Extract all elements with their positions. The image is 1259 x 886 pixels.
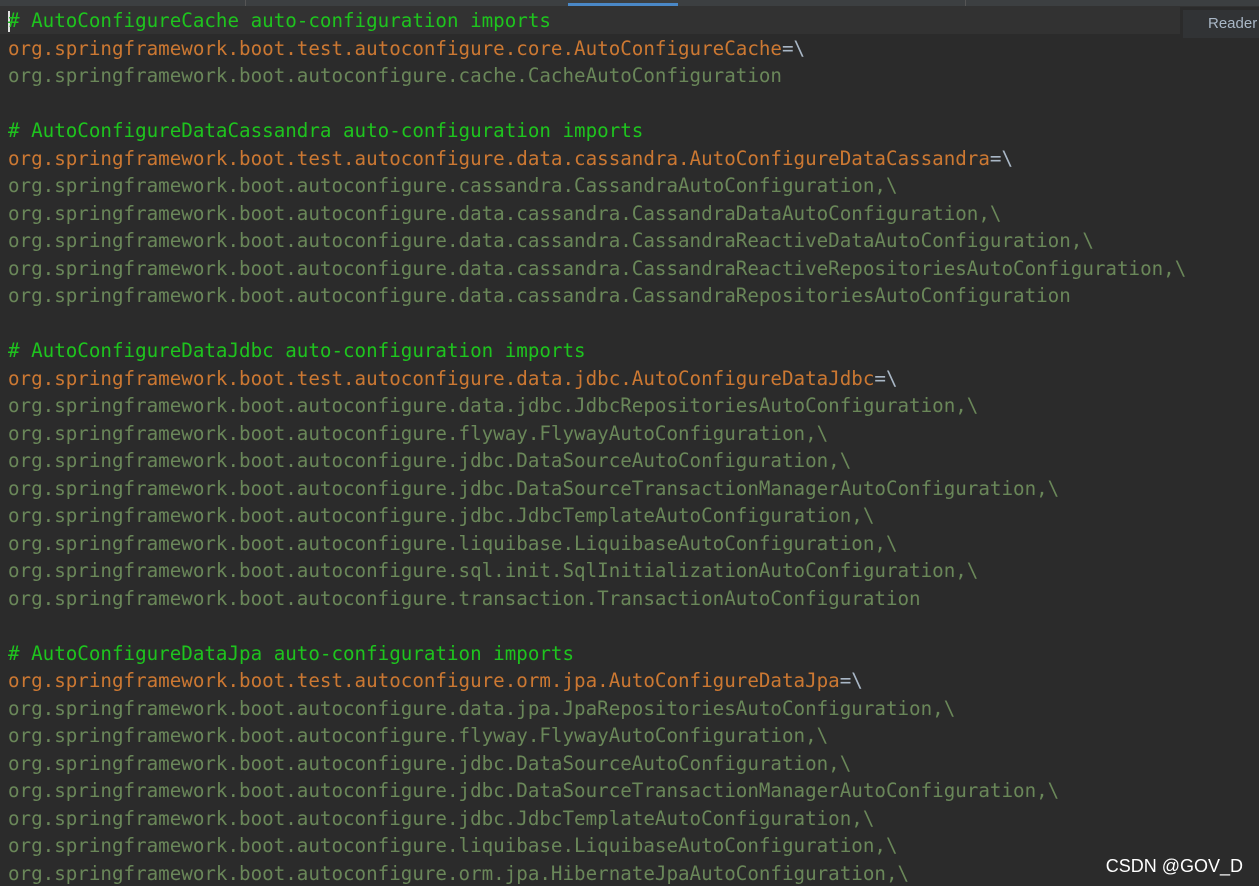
code-line-text: # AutoConfigureCache auto-configuration …: [8, 9, 551, 32]
code-line-comment[interactable]: # AutoConfigureDataJpa auto-configuratio…: [8, 640, 1186, 668]
code-line-text: # AutoConfigureDataJdbc auto-configurati…: [8, 339, 586, 362]
code-line-operator: =\: [781, 36, 806, 60]
code-line-text: org.springframework.boot.autoconfigure.j…: [8, 504, 875, 527]
code-line-text: # AutoConfigureDataCassandra auto-config…: [8, 119, 644, 142]
code-line-text: org.springframework.boot.autoconfigure.j…: [8, 449, 852, 472]
code-line-operator: =\: [874, 366, 898, 390]
code-line-operator: =\: [989, 146, 1014, 170]
code-line-value[interactable]: org.springframework.boot.autoconfigure.d…: [8, 282, 1186, 310]
code-line-comment[interactable]: # AutoConfigureCache auto-configuration …: [8, 7, 1186, 35]
code-line-text: org.springframework.boot.autoconfigure.f…: [8, 421, 829, 445]
code-line-key[interactable]: org.springframework.boot.test.autoconfig…: [8, 145, 1186, 173]
reader-mode-button[interactable]: Reader: [1183, 10, 1259, 38]
code-line-text: # AutoConfigureDataJpa auto-configuratio…: [8, 641, 575, 665]
code-line-value[interactable]: org.springframework.boot.autoconfigure.c…: [8, 62, 1186, 90]
code-line-text: org.springframework.boot.autoconfigure.o…: [8, 861, 910, 885]
code-line-key[interactable]: org.springframework.boot.test.autoconfig…: [8, 365, 1186, 393]
code-line-blank[interactable]: [8, 90, 1186, 118]
code-line-comment[interactable]: # AutoConfigureDataCassandra auto-config…: [8, 117, 1186, 145]
code-line-text: org.springframework.boot.autoconfigure.d…: [8, 201, 1002, 225]
code-line-blank[interactable]: [8, 310, 1186, 338]
code-line-text: org.springframework.boot.autoconfigure.j…: [8, 751, 852, 775]
code-line-value[interactable]: org.springframework.boot.autoconfigure.f…: [8, 722, 1186, 750]
active-tab-indicator[interactable]: [568, 3, 678, 6]
code-line-text: org.springframework.boot.autoconfigure.j…: [8, 476, 1060, 500]
code-line-value[interactable]: org.springframework.boot.autoconfigure.j…: [8, 447, 1186, 475]
code-line-key[interactable]: org.springframework.boot.test.autoconfig…: [8, 35, 1186, 63]
code-line-value[interactable]: org.springframework.boot.autoconfigure.j…: [8, 805, 1186, 833]
code-line-text: org.springframework.boot.test.autoconfig…: [8, 146, 990, 170]
code-line-value[interactable]: org.springframework.boot.autoconfigure.j…: [8, 502, 1186, 530]
code-line-value[interactable]: org.springframework.boot.autoconfigure.j…: [8, 475, 1186, 503]
code-line-text: org.springframework.boot.autoconfigure.j…: [8, 806, 875, 830]
code-line-text: org.springframework.boot.test.autoconfig…: [8, 36, 782, 60]
code-line-value[interactable]: org.springframework.boot.autoconfigure.o…: [8, 860, 1186, 886]
code-line-text: org.springframework.boot.test.autoconfig…: [8, 669, 840, 692]
code-line-text: org.springframework.boot.autoconfigure.d…: [8, 284, 1071, 307]
tab-separator: [965, 0, 966, 6]
code-line-operator: =\: [839, 669, 863, 692]
code-line-text: org.springframework.boot.autoconfigure.l…: [8, 834, 898, 857]
code-line-text: org.springframework.boot.autoconfigure.d…: [8, 256, 1187, 280]
code-editor[interactable]: # AutoConfigureCache auto-configuration …: [0, 7, 1259, 886]
code-lines: # AutoConfigureCache auto-configuration …: [8, 7, 1186, 886]
code-line-text: org.springframework.boot.autoconfigure.d…: [8, 229, 1094, 252]
code-line-text: org.springframework.boot.test.autoconfig…: [8, 366, 875, 390]
code-line-text: org.springframework.boot.autoconfigure.f…: [8, 724, 829, 747]
code-line-value[interactable]: org.springframework.boot.autoconfigure.l…: [8, 832, 1186, 860]
code-line-text: org.springframework.boot.autoconfigure.c…: [8, 174, 898, 197]
code-line-text: org.springframework.boot.autoconfigure.l…: [8, 531, 898, 555]
code-line-text: org.springframework.boot.autoconfigure.c…: [8, 64, 782, 87]
code-line-value[interactable]: org.springframework.boot.autoconfigure.l…: [8, 530, 1186, 558]
code-line-text: org.springframework.boot.autoconfigure.j…: [8, 779, 1060, 802]
code-line-key[interactable]: org.springframework.boot.test.autoconfig…: [8, 667, 1186, 695]
code-line-value[interactable]: org.springframework.boot.autoconfigure.t…: [8, 585, 1186, 613]
code-line-value[interactable]: org.springframework.boot.autoconfigure.d…: [8, 227, 1186, 255]
code-line-value[interactable]: org.springframework.boot.autoconfigure.s…: [8, 557, 1186, 585]
code-line-value[interactable]: org.springframework.boot.autoconfigure.c…: [8, 172, 1186, 200]
code-line-text: org.springframework.boot.autoconfigure.d…: [8, 394, 979, 417]
code-line-value[interactable]: org.springframework.boot.autoconfigure.f…: [8, 420, 1186, 448]
code-line-value[interactable]: org.springframework.boot.autoconfigure.d…: [8, 255, 1186, 283]
code-line-value[interactable]: org.springframework.boot.autoconfigure.d…: [8, 695, 1186, 723]
code-line-text: org.springframework.boot.autoconfigure.t…: [8, 586, 921, 610]
code-line-value[interactable]: org.springframework.boot.autoconfigure.d…: [8, 392, 1186, 420]
code-line-comment[interactable]: # AutoConfigureDataJdbc auto-configurati…: [8, 337, 1186, 365]
tab-separator: [245, 0, 246, 6]
editor-tab-bar: [0, 0, 1259, 7]
code-line-text: org.springframework.boot.autoconfigure.s…: [8, 559, 979, 582]
code-line-value[interactable]: org.springframework.boot.autoconfigure.d…: [8, 200, 1186, 228]
watermark: CSDN @GOV_D: [1105, 856, 1243, 876]
code-line-value[interactable]: org.springframework.boot.autoconfigure.j…: [8, 750, 1186, 778]
code-line-blank[interactable]: [8, 612, 1186, 640]
code-line-value[interactable]: org.springframework.boot.autoconfigure.j…: [8, 777, 1186, 805]
code-line-text: org.springframework.boot.autoconfigure.d…: [8, 696, 956, 720]
